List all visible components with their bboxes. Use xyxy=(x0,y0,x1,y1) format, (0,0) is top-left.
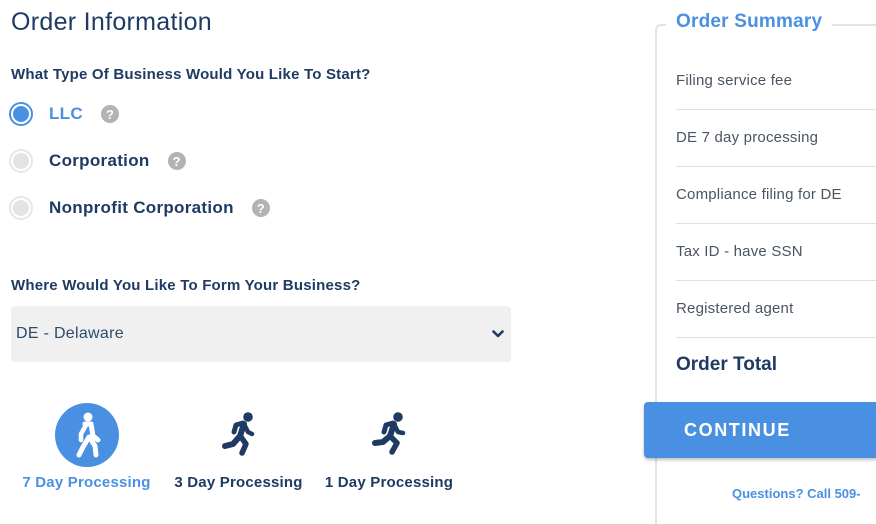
state-question: Where Would You Like To Form Your Busine… xyxy=(11,277,361,294)
summary-divider xyxy=(676,223,876,224)
order-summary-title: Order Summary xyxy=(666,11,833,33)
radio-label: LLC xyxy=(49,104,83,123)
summary-divider xyxy=(676,109,876,110)
summary-item-tax-id: Tax ID - have SSN xyxy=(676,243,803,260)
processing-option-label: 7 Day Processing xyxy=(22,474,151,491)
question-circle-icon[interactable]: ? xyxy=(100,105,119,123)
business-type-question: What Type Of Business Would You Like To … xyxy=(11,66,371,83)
radio-button-llc[interactable] xyxy=(9,102,33,126)
radio-button-corporation[interactable] xyxy=(9,149,33,173)
order-information-panel: Order Information What Type Of Business … xyxy=(0,0,640,508)
summary-divider xyxy=(676,166,876,167)
radio-label: Corporation xyxy=(49,151,150,170)
processing-option-label: 3 Day Processing xyxy=(174,474,303,491)
summary-item-processing: DE 7 day processing xyxy=(676,129,819,146)
summary-divider xyxy=(676,280,876,281)
continue-button[interactable]: CONTINUE xyxy=(644,402,876,458)
question-circle-icon[interactable]: ? xyxy=(251,199,270,217)
business-type-option-llc[interactable]: LLC ? xyxy=(9,99,119,129)
order-total-label: Order Total xyxy=(676,354,777,375)
summary-item-registered-agent: Registered agent xyxy=(676,300,794,317)
walking-person-icon xyxy=(54,403,119,467)
running-person-icon xyxy=(357,403,421,467)
questions-phone-link[interactable]: Questions? Call 509- xyxy=(732,486,861,501)
business-type-option-nonprofit[interactable]: Nonprofit Corporation ? xyxy=(9,193,270,223)
summary-item-compliance: Compliance filing for DE xyxy=(676,186,842,203)
chevron-down-icon xyxy=(491,327,505,341)
processing-option-7-day[interactable]: 7 Day Processing xyxy=(18,403,155,491)
state-select[interactable]: DE - Delaware xyxy=(11,306,511,362)
processing-option-label: 1 Day Processing xyxy=(324,474,454,491)
radio-label: Nonprofit Corporation xyxy=(49,198,234,217)
page-title: Order Information xyxy=(11,8,213,36)
business-type-option-corporation[interactable]: Corporation ? xyxy=(9,146,186,176)
radio-button-nonprofit[interactable] xyxy=(9,196,33,220)
question-circle-icon[interactable]: ? xyxy=(167,152,186,170)
running-person-icon xyxy=(207,403,271,467)
processing-option-1-day[interactable]: 1 Day Processing xyxy=(321,403,457,491)
state-select-value: DE - Delaware xyxy=(16,325,124,342)
summary-divider xyxy=(676,337,876,338)
summary-item-filing-fee: Filing service fee xyxy=(676,72,793,89)
processing-option-3-day[interactable]: 3 Day Processing xyxy=(170,403,307,491)
